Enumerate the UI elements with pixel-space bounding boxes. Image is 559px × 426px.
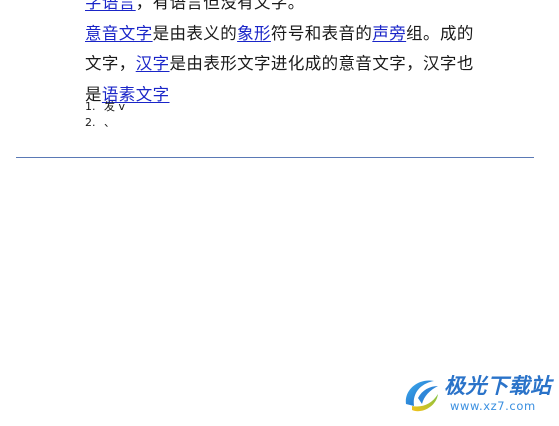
document-body: 字语言，有语言但没有文字。 意音文字是由表义的象形符号和表音的声旁组。成的 文字… [85,0,485,110]
list-number: 1. [85,100,96,113]
paragraph-line-1: 字语言，有语言但没有文字。 [85,0,485,19]
list-item-text: 、 [104,116,115,129]
text-segment: 是由表形文字进化成的意音文字，汉字也 [169,54,474,73]
link-segment[interactable]: 象形 [237,24,271,43]
paragraph-line-4: 是语素文字 [85,80,485,111]
link-segment[interactable]: 汉字 [136,54,170,73]
watermark-brand: 极光下载站 [444,374,552,398]
numbered-list: 1. 发 v 2. 、 [85,99,125,131]
link-segment[interactable]: 意音文字 [85,24,153,43]
aurora-logo-icon [405,380,438,412]
paragraph-line-3: 文字，汉字是由表形文字进化成的意音文字，汉字也 [85,49,485,80]
text-segment: 符号和表音的 [270,23,373,43]
text-segment: 是由表义的 [152,23,238,43]
watermark-url: www.xz7.com [450,399,536,413]
list-item-text: 发 v [104,100,126,113]
list-item: 1. 发 v [85,99,125,115]
list-number: 2. [85,116,96,129]
link-segment[interactable]: 声旁 [372,24,406,43]
watermark: 极光下载站 www.xz7.com [400,372,552,418]
horizontal-rule [16,157,534,158]
text-segment: ，有语言但没有文字。 [135,0,305,12]
link-segment[interactable]: 字语言 [85,0,136,12]
paragraph-line-2: 意音文字是由表义的象形符号和表音的声旁组。成的 [85,19,485,50]
text-segment: 组。成的 [406,23,474,43]
list-item: 2. 、 [85,115,125,131]
text-segment: 文字， [85,54,136,73]
